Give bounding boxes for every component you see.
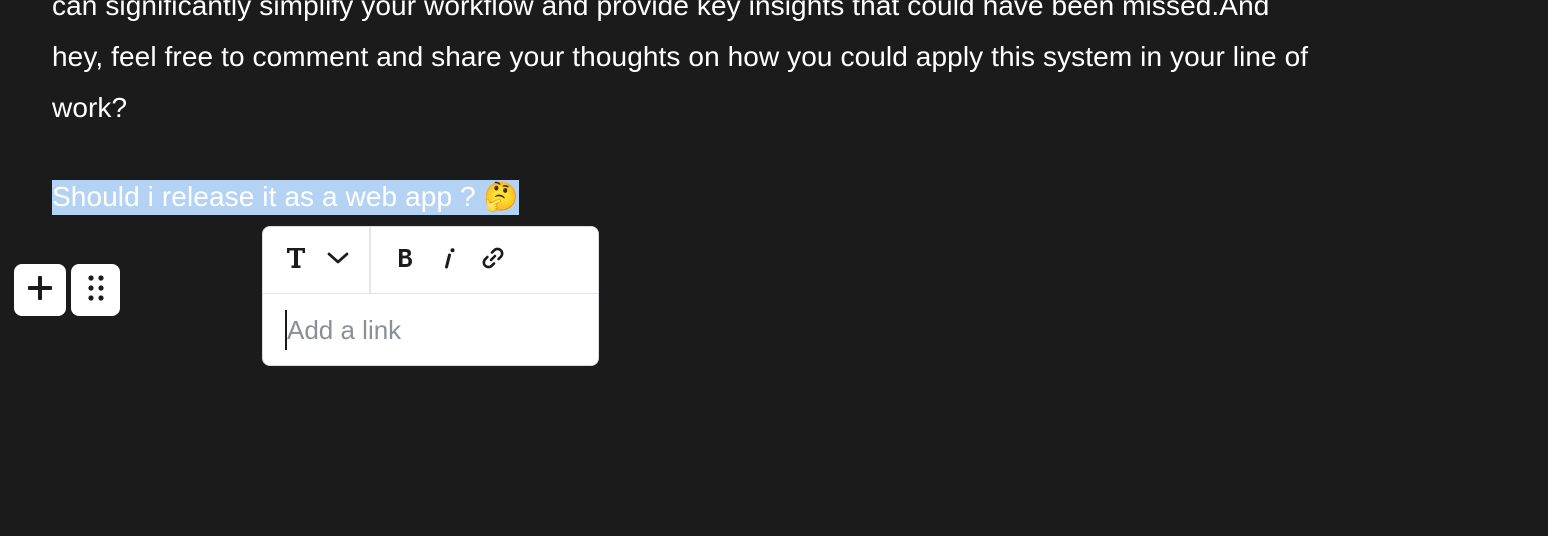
paragraph-line: work? <box>52 92 128 123</box>
text-style-icon <box>285 246 307 275</box>
paragraph-line: hey, feel free to comment and share your… <box>52 41 1309 72</box>
text-style-dropdown-button[interactable] <box>318 240 358 280</box>
add-block-button[interactable] <box>14 264 66 316</box>
plus-icon <box>27 275 53 306</box>
toolbar-buttons-row <box>263 227 598 294</box>
bold-button[interactable] <box>383 240 427 280</box>
paragraph-line: can significantly simplify your workflow… <box>52 0 1270 21</box>
text-style-button[interactable] <box>274 240 318 280</box>
link-button[interactable] <box>471 240 515 280</box>
selected-text[interactable]: Should i release it as a web app ? 🤔 <box>52 180 519 215</box>
bold-icon <box>396 247 414 274</box>
drag-handle-button[interactable] <box>71 264 120 316</box>
chevron-down-icon <box>327 251 349 270</box>
drag-dots-icon <box>87 274 105 307</box>
editor-canvas[interactable]: can significantly simplify your workflow… <box>0 0 1548 536</box>
paragraph-text[interactable]: can significantly simplify your workflow… <box>52 0 1512 133</box>
italic-button[interactable] <box>427 240 471 280</box>
selected-paragraph[interactable]: Should i release it as a web app ? 🤔 <box>52 171 1512 222</box>
italic-icon <box>442 247 456 274</box>
link-input[interactable] <box>285 310 577 350</box>
formatting-toolbar <box>262 226 599 366</box>
link-icon <box>481 246 505 275</box>
format-group <box>371 227 515 293</box>
link-input-row <box>263 294 598 365</box>
text-style-group <box>263 227 369 293</box>
